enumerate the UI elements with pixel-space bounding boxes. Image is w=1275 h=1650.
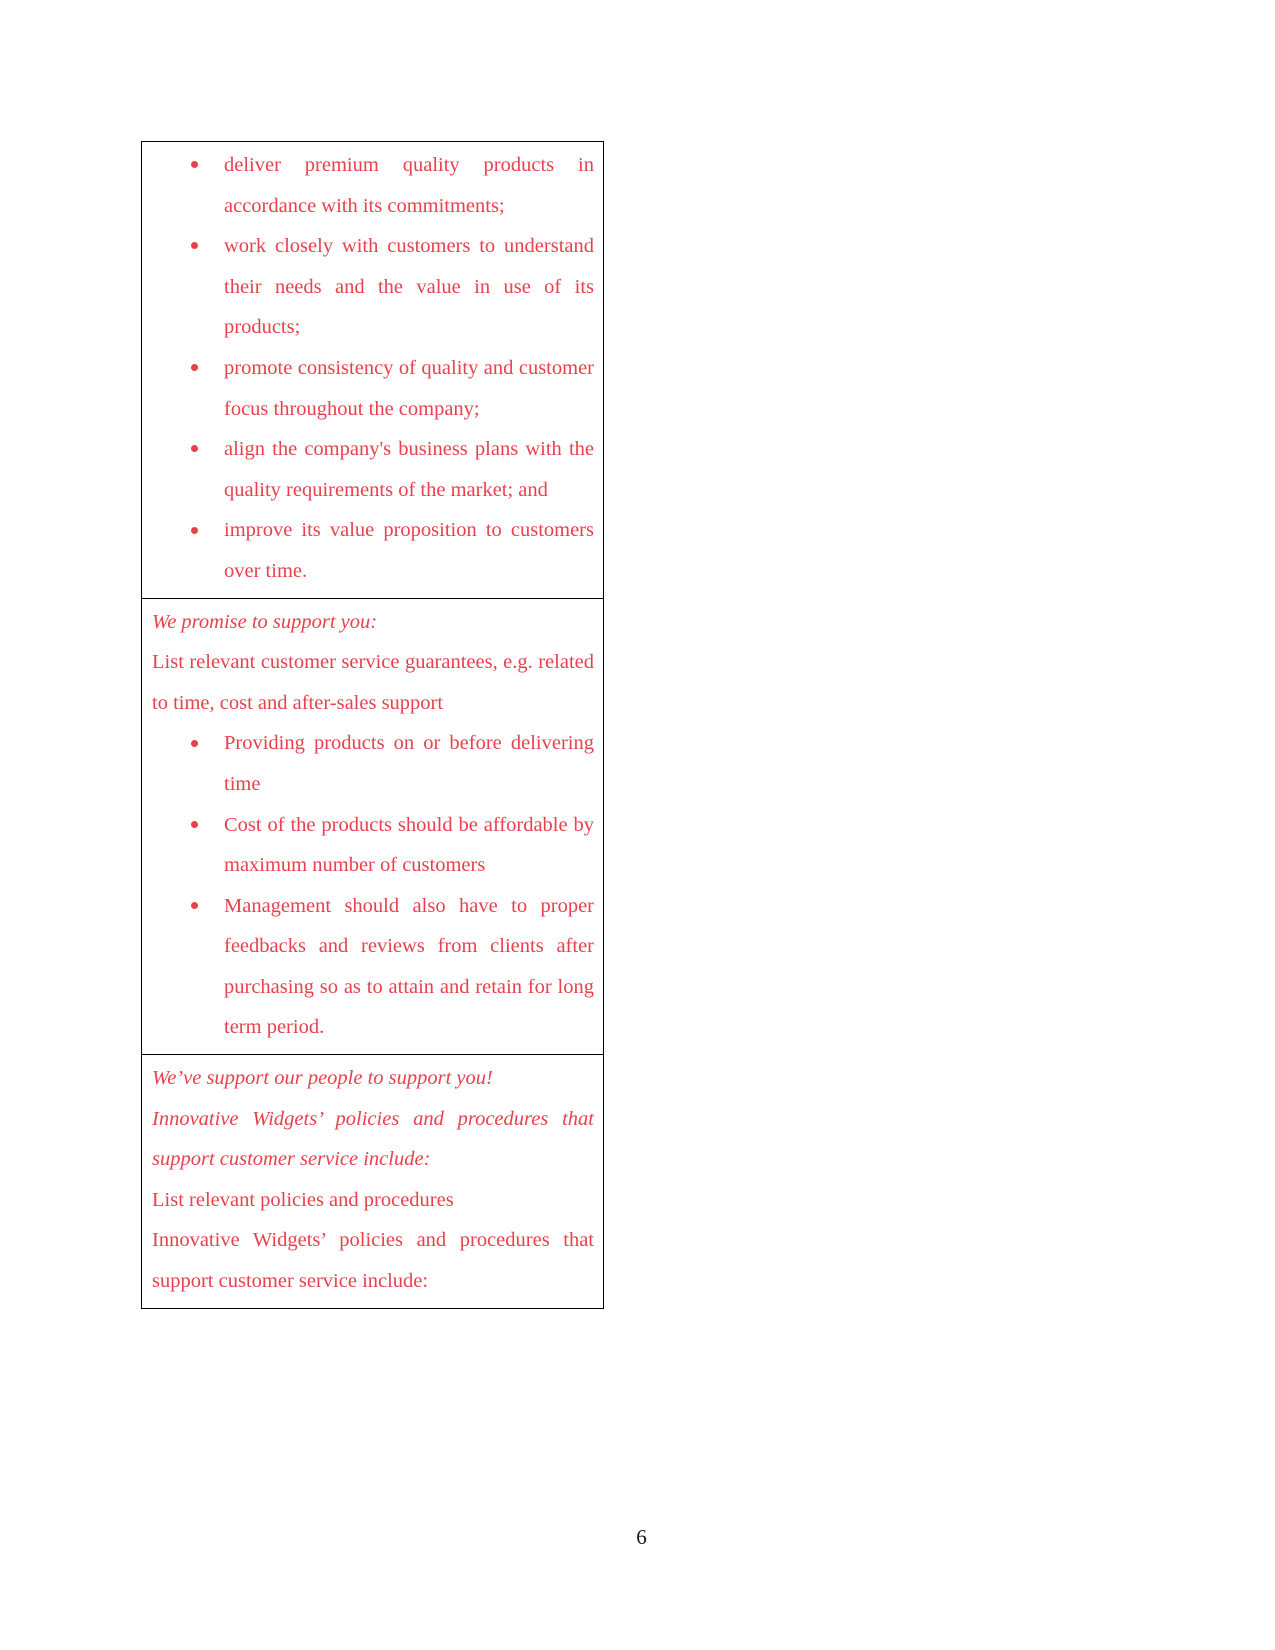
bullet-icon	[191, 348, 200, 389]
document-page: deliver premium quality products in acco…	[0, 0, 1275, 1650]
list-item-text: work closely with customers to understan…	[224, 235, 594, 339]
list-item: deliver premium quality products in acco…	[152, 145, 594, 226]
list-item: promote consistency of quality and custo…	[152, 348, 594, 429]
table-row: We’ve support our people to support you!…	[141, 1054, 604, 1309]
list-item: work closely with customers to understan…	[152, 226, 594, 348]
bullet-icon	[191, 429, 200, 470]
list-item-text: align the company's business plans with …	[224, 438, 594, 501]
list-item-text: deliver premium quality products in acco…	[224, 154, 594, 217]
table-cell-quality-commitments: deliver premium quality products in acco…	[141, 141, 604, 599]
instruction-text-list-policies: List relevant policies and procedures	[152, 1188, 454, 1211]
bullet-icon	[191, 145, 200, 186]
table-row: deliver premium quality products in acco…	[141, 141, 604, 599]
list-item-text: Cost of the products should be affordabl…	[224, 813, 594, 877]
list-item-text: improve its value proposition to custome…	[224, 519, 594, 582]
list-item-text: promote consistency of quality and custo…	[224, 356, 594, 420]
italic-policies-statement: Innovative Widgets’ policies and procedu…	[152, 1107, 594, 1171]
table-cell-weve-support-our-people: We’ve support our people to support you!…	[141, 1054, 604, 1309]
list-item-text: Providing products on or before deliveri…	[224, 732, 594, 795]
cell-heading-weve-support: We’ve support our people to support you!	[152, 1067, 493, 1090]
policies-statement: Innovative Widgets’ policies and procedu…	[152, 1229, 594, 1293]
table-row: We promise to support you: List relevant…	[141, 597, 604, 1056]
list-item: align the company's business plans with …	[152, 429, 594, 510]
bullet-icon	[191, 886, 200, 927]
bullet-list-service-guarantees: Providing products on or before deliveri…	[152, 723, 594, 1048]
content-table: deliver premium quality products in acco…	[141, 141, 604, 1309]
bullet-icon	[191, 510, 200, 551]
page-number-value: 6	[636, 1525, 647, 1549]
instruction-text-customer-service-guarantees: List relevant customer service guarantee…	[152, 651, 594, 714]
list-item: Providing products on or before deliveri…	[152, 723, 594, 804]
bullet-list-quality-commitments: deliver premium quality products in acco…	[152, 145, 594, 592]
list-item: improve its value proposition to custome…	[152, 510, 594, 591]
bullet-icon	[191, 226, 200, 267]
list-item-text: Management should also have to proper fe…	[224, 894, 594, 1039]
list-item: Management should also have to proper fe…	[152, 886, 594, 1048]
cell-heading-we-promise: We promise to support you:	[152, 610, 378, 633]
table-cell-we-promise-to-support-you: We promise to support you: List relevant…	[141, 597, 604, 1056]
page-number: 6	[0, 1525, 1275, 1550]
bullet-icon	[191, 723, 200, 764]
list-item: Cost of the products should be affordabl…	[152, 805, 594, 886]
bullet-icon	[191, 805, 200, 846]
